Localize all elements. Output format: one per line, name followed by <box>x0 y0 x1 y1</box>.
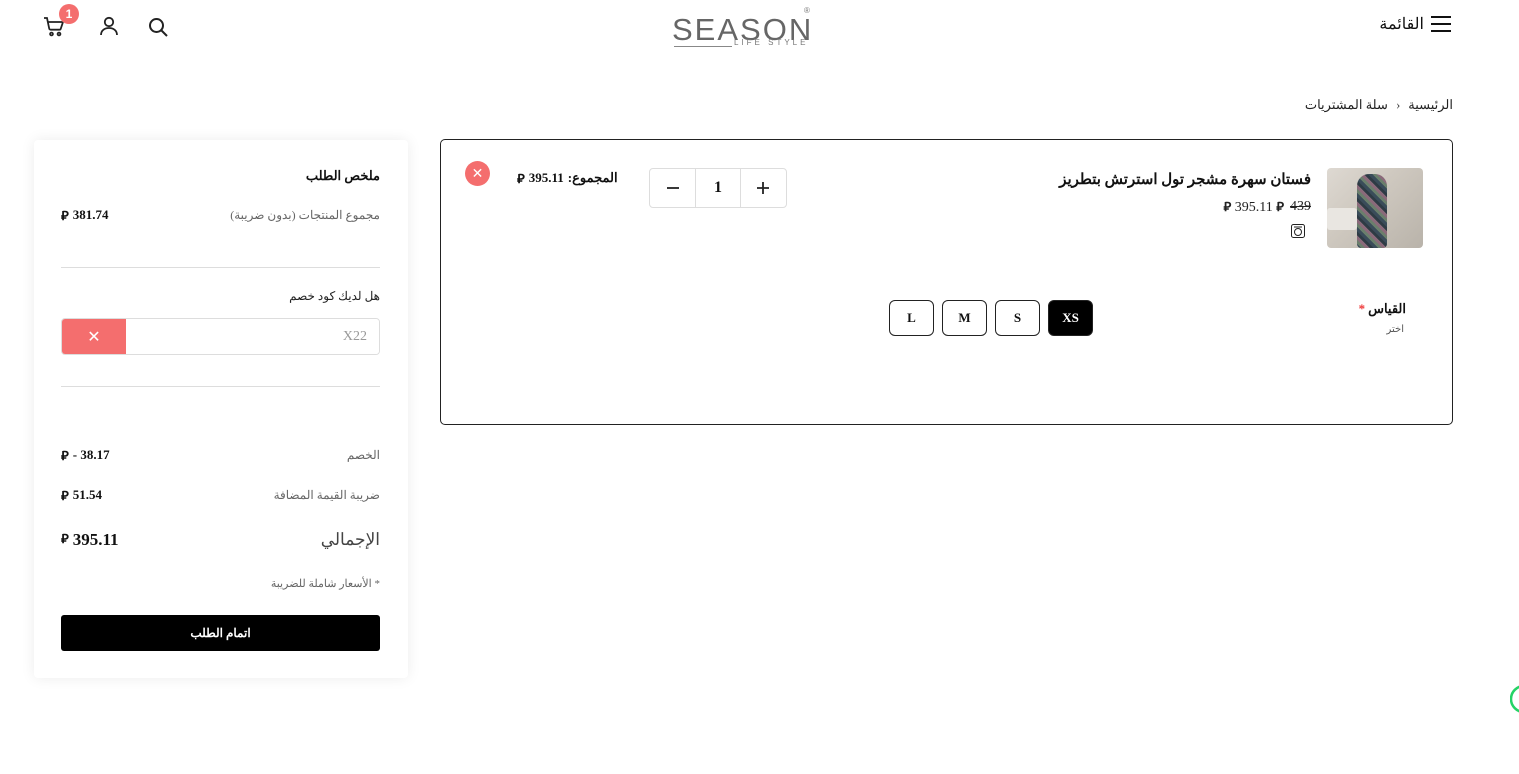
required-mark: * <box>1358 301 1366 316</box>
increase-quantity-button[interactable] <box>741 169 786 207</box>
vat-row: 51.54 ⃁ ضريبة القيمة المضافة <box>61 487 380 504</box>
minus-icon <box>666 187 679 189</box>
coupon-question: هل لديك كود خصم <box>289 289 380 303</box>
search-button[interactable] <box>146 15 170 39</box>
currency-sar-icon: ⃁ <box>1223 199 1232 214</box>
grand-total-value: 395.11 ⃁ <box>61 530 119 549</box>
line-total-label: المجموع: <box>567 170 618 185</box>
product-image[interactable] <box>1327 168 1423 248</box>
tax-note: * الأسعار شاملة للضريبة <box>270 578 380 590</box>
divider <box>61 267 380 268</box>
discount-row: 38.17 - ⃁ الخصم <box>61 447 380 464</box>
currency-sar-icon: ⃁ <box>61 488 69 503</box>
divider <box>61 386 380 387</box>
close-icon: ✕ <box>87 328 101 346</box>
breadcrumb-home[interactable]: الرئيسية <box>1408 97 1453 113</box>
account-button[interactable] <box>97 14 121 38</box>
product-price-row: 439 ⃁ 395.11 ⃁ <box>1224 198 1311 216</box>
size-option-s[interactable]: S <box>995 300 1040 336</box>
vat-value: 51.54 ⃁ <box>61 487 102 503</box>
search-icon <box>149 18 168 37</box>
original-price: 439 <box>1290 199 1311 214</box>
user-icon <box>100 16 118 36</box>
cart-item-card: فستان سهرة مشجر تول استرتش بتطريز 439 ⃁ … <box>440 139 1453 425</box>
breadcrumb: الرئيسية › سلة المشتريات <box>1305 97 1453 113</box>
quantity-stepper: 1 <box>649 168 787 208</box>
checkout-button[interactable]: اتمام الطلب <box>61 615 380 651</box>
summary-title: ملخص الطلب <box>305 168 380 183</box>
currency-sar-icon: ⃁ <box>61 531 69 546</box>
subtotal-value: 381.74 ⃁ <box>61 207 109 223</box>
logo-underline <box>674 46 732 47</box>
site-header: 1 SEASON LIFE STYLE ® القائمة <box>0 0 1519 60</box>
size-hint: اختر <box>1386 324 1405 335</box>
image-background-sofa <box>1327 208 1357 230</box>
size-option-l[interactable]: L <box>889 300 934 336</box>
site-logo[interactable]: SEASON LIFE STYLE ® <box>672 6 814 54</box>
currency-sar-icon: ⃁ <box>517 171 525 186</box>
subtotal-label: مجموع المنتجات (بدون ضريبة) <box>230 208 380 222</box>
coupon-input[interactable] <box>126 319 379 354</box>
size-option-m[interactable]: M <box>942 300 987 336</box>
quantity-value[interactable]: 1 <box>695 169 741 207</box>
coupon-field: ✕ <box>61 318 380 355</box>
grand-total-row: 395.11 ⃁ الإجمالي <box>61 530 380 550</box>
breadcrumb-separator: › <box>1395 97 1401 112</box>
installment-icon <box>1291 224 1305 238</box>
whatsapp-icon[interactable] <box>1510 684 1519 714</box>
vat-label: ضريبة القيمة المضافة <box>273 488 380 502</box>
logo-registered-mark: ® <box>804 6 810 15</box>
clear-coupon-button[interactable]: ✕ <box>62 319 126 354</box>
hamburger-icon <box>1431 16 1451 32</box>
logo-subtext: LIFE STYLE <box>734 38 809 47</box>
product-name[interactable]: فستان سهرة مشجر تول استرتش بتطريز <box>1059 170 1311 189</box>
sale-price: ⃁ 395.11 ⃁ <box>1223 199 1284 215</box>
currency-sar-icon: ⃁ <box>61 448 69 463</box>
image-dress <box>1357 174 1387 248</box>
size-label: القياس* <box>1358 301 1406 316</box>
currency-sar-icon: ⃁ <box>61 208 69 223</box>
subtotal-row: 381.74 ⃁ مجموع المنتجات (بدون ضريبة) <box>61 207 380 224</box>
discount-label: الخصم <box>346 448 380 462</box>
breadcrumb-current: سلة المشتريات <box>1304 97 1388 112</box>
menu-button[interactable]: القائمة <box>1379 12 1452 36</box>
plus-icon <box>757 182 770 194</box>
close-icon: ✕ <box>471 165 484 181</box>
size-option-xs[interactable]: XS <box>1048 300 1093 336</box>
decrease-quantity-button[interactable] <box>650 169 695 207</box>
currency-sar-icon: ⃁ <box>1276 199 1284 214</box>
menu-label: القائمة <box>1379 16 1424 33</box>
grand-total-label: الإجمالي <box>320 530 380 549</box>
order-summary: ملخص الطلب 381.74 ⃁ مجموع المنتجات (بدون … <box>34 140 408 678</box>
cart-count-badge: 1 <box>59 4 79 24</box>
remove-item-button[interactable]: ✕ <box>465 161 490 186</box>
line-total-value: 395.11 <box>528 170 564 185</box>
size-options: L M S XS <box>889 300 1093 336</box>
discount-value: 38.17 - ⃁ <box>61 447 110 463</box>
line-total: المجموع: 395.11 ⃁ <box>517 170 618 187</box>
